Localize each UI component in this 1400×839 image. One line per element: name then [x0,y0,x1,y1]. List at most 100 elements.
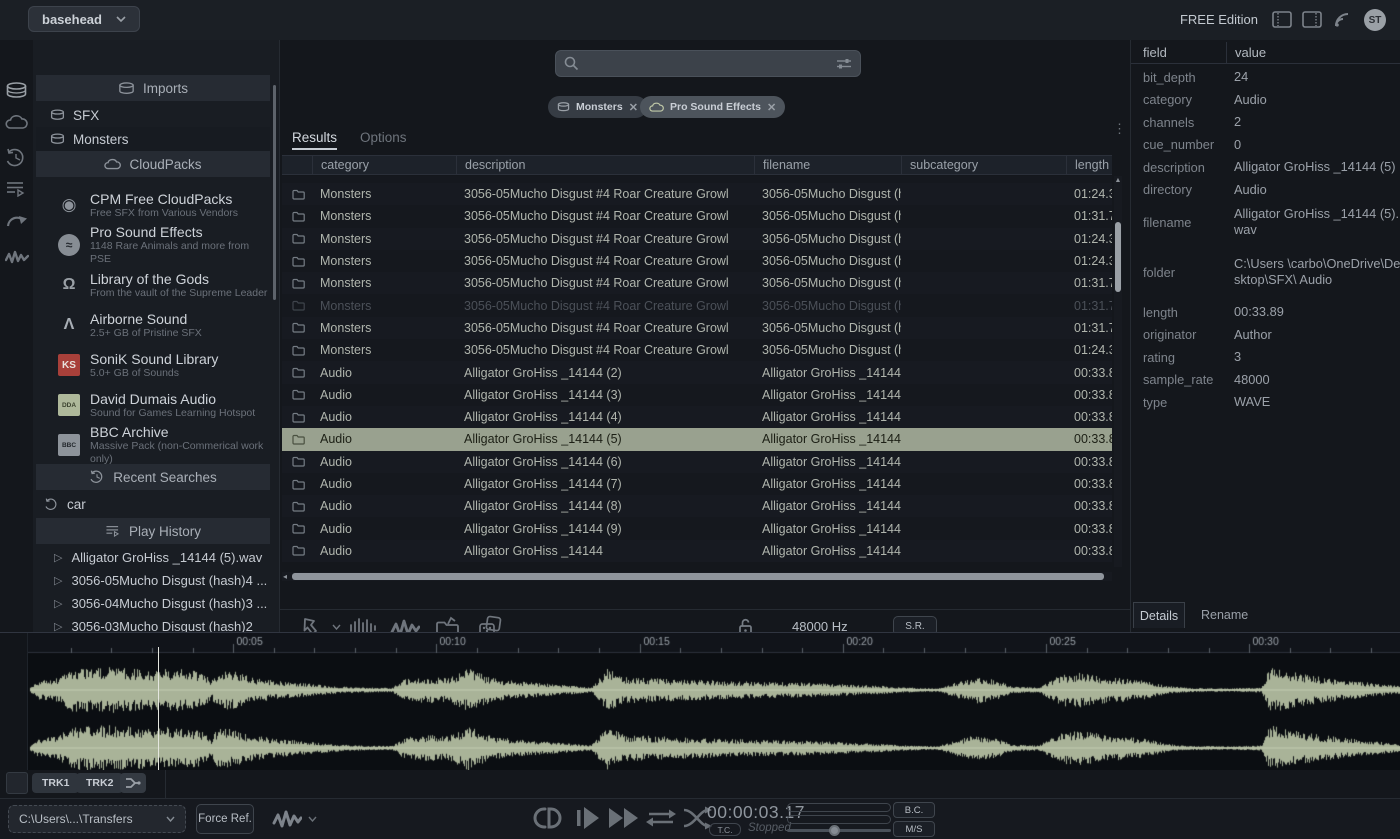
cloudpack-item[interactable]: DDA David Dumais Audio Sound for Games L… [36,385,270,425]
app-title-dropdown[interactable]: basehead [28,6,140,32]
volume-slider[interactable] [787,829,891,832]
cloudpack-item[interactable]: BBC BBC Archive Massive Pack (non-Commer… [36,425,270,465]
avatar[interactable]: ST [1364,9,1386,31]
waveform-icon[interactable] [5,248,29,266]
playlist-icon[interactable] [5,181,27,197]
scroll-up-icon[interactable]: ▲ [1114,177,1122,184]
column-filename[interactable]: filename [754,156,901,174]
scroll-left-icon[interactable]: ◂ [283,572,287,581]
table-row[interactable]: Audio Alligator GroHiss _14144 (2) Allig… [282,361,1112,383]
tab-details[interactable]: Details [1133,602,1185,628]
loop-icon[interactable] [533,805,567,831]
field-row[interactable]: channels 2 [1131,111,1400,134]
play-icon[interactable]: ▷ [54,597,62,610]
cloud-icon[interactable] [5,114,28,131]
play-icon[interactable]: ▷ [54,620,62,632]
fast-forward-icon[interactable] [607,805,641,831]
cloudpacks-header[interactable]: CloudPacks [36,151,270,177]
ms-button[interactable]: M/S [893,821,935,837]
play-history-header[interactable]: Play History [36,518,270,544]
waveform-display[interactable] [0,632,1400,770]
field-row[interactable]: sample_rate 48000 [1131,369,1400,392]
value-column-header[interactable]: value [1226,42,1400,63]
chevron-down-icon[interactable] [308,816,317,822]
recent-search-item[interactable]: car [36,492,270,516]
table-row[interactable]: Monsters 3056-05Mucho Disgust #4 Roar Cr… [282,272,1112,294]
search-input[interactable] [585,55,830,72]
play-icon[interactable] [575,804,601,832]
field-row[interactable]: originator Author [1131,324,1400,347]
column-category[interactable]: category [312,156,456,174]
table-row[interactable]: Monsters 3056-05Mucho Disgust #4 Roar Cr… [282,228,1112,250]
table-row[interactable]: Monsters 3056-05Mucho Disgust #4 Roar Cr… [282,294,1112,316]
database-icon[interactable] [5,82,28,99]
rss-icon[interactable] [1334,12,1352,28]
table-row[interactable]: Audio Alligator GroHiss _14144 (6) Allig… [282,451,1112,473]
slider-handle[interactable] [829,825,840,836]
waveform-icon[interactable] [272,809,302,829]
close-icon[interactable]: ✕ [629,101,638,114]
cloudpack-item[interactable]: KS SoniK Sound Library 5.0+ GB of Sounds [36,345,270,385]
chevron-down-icon[interactable] [332,624,341,630]
cloudpack-item[interactable]: ≈ Pro Sound Effects 1148 Rare Animals an… [36,225,270,265]
cloudpack-item[interactable]: Ω Library of the Gods From the vault of … [36,265,270,305]
table-row[interactable]: Monsters 3056-05Mucho Disgust #4 Roar Cr… [282,317,1112,339]
cloudpack-item[interactable]: Λ Airborne Sound 2.5+ GB of Pristine SFX [36,305,270,345]
field-row[interactable]: type WAVE [1131,391,1400,414]
force-ref-button[interactable]: Force Ref. [196,804,254,834]
tab-results[interactable]: Results [292,130,337,150]
kebab-menu-icon[interactable]: ⋮ [1113,125,1126,132]
field-column-header[interactable]: field [1131,42,1226,63]
field-row[interactable]: folder C:\Users \carbo\OneDrive\Desktop\… [1131,243,1400,301]
table-row[interactable]: Monsters 3056-05Mucho Disgust #4 Roar Cr… [282,339,1112,361]
close-icon[interactable]: ✕ [767,101,776,114]
history-icon[interactable] [5,148,27,168]
tab-options[interactable]: Options [360,130,407,145]
panel-right-icon[interactable] [1302,11,1322,28]
filter-chip-pro-sound-effects[interactable]: Pro Sound Effects ✕ [640,96,785,118]
cloudpack-item[interactable]: ◉ CPM Free CloudPacks Free SFX from Vari… [36,185,270,225]
play-history-item[interactable]: ▷ Alligator GroHiss _14144 (5).wav [36,546,270,569]
scrollbar-thumb[interactable] [292,573,1104,580]
field-row[interactable]: cue_number 0 [1131,134,1400,157]
vertical-scrollbar[interactable]: ▲ [1114,176,1122,567]
recent-searches-header[interactable]: Recent Searches [36,464,270,490]
table-row[interactable]: Audio Alligator GroHiss _14144 (7) Allig… [282,473,1112,495]
field-row[interactable]: bit_depth 24 [1131,66,1400,89]
track-1-button[interactable]: TRK1 [32,773,79,793]
filter-chip-monsters[interactable]: Monsters ✕ [548,96,647,118]
play-history-item[interactable]: ▷ 3056-03Mucho Disgust (hash)2 [36,615,270,632]
field-row[interactable]: directory Audio [1131,179,1400,202]
play-icon[interactable]: ▷ [54,574,62,587]
transfer-icon[interactable] [5,212,29,232]
column-length[interactable]: length [1066,156,1112,174]
waveform-corner-button[interactable] [6,772,28,794]
table-row[interactable]: Audio Alligator GroHiss _14144 Alligator… [282,540,1112,562]
field-row[interactable]: rating 3 [1131,346,1400,369]
panel-left-icon[interactable] [1272,11,1292,28]
column-description[interactable]: description [456,156,754,174]
table-row[interactable]: Monsters 3056-05Mucho Disgust #4 Roar Cr… [282,176,1112,183]
field-row[interactable]: length 00:33.89 [1131,301,1400,324]
track-merge-icon[interactable] [120,773,146,793]
sidebar-scrollbar[interactable] [273,85,276,300]
table-row[interactable]: Monsters 3056-05Mucho Disgust #4 Roar Cr… [282,250,1112,272]
bc-button[interactable]: B.C. [893,802,935,818]
table-row[interactable]: Audio Alligator GroHiss _14144 (5) Allig… [282,428,1112,450]
sidebar-item-sfx[interactable]: SFX [36,103,270,127]
field-row[interactable]: filename Alligator GroHiss _14144 (5).wa… [1131,201,1400,243]
transfer-path-dropdown[interactable]: C:\Users\...\Transfers [8,805,186,833]
table-row[interactable]: Audio Alligator GroHiss _14144 (3) Allig… [282,384,1112,406]
waveform-canvas[interactable] [0,633,1400,771]
timecode-button[interactable]: T.C. [709,823,741,836]
play-history-item[interactable]: ▷ 3056-04Mucho Disgust (hash)3 ... [36,592,270,615]
field-row[interactable]: category Audio [1131,89,1400,112]
horizontal-scrollbar[interactable]: ◂ [282,572,1112,581]
sidebar-item-monsters[interactable]: Monsters [36,127,270,151]
imports-header[interactable]: Imports [36,75,270,101]
repeat-icon[interactable] [645,807,677,829]
play-icon[interactable]: ▷ [54,551,62,564]
scrollbar-thumb[interactable] [1115,222,1121,292]
playhead-cursor[interactable] [158,647,159,771]
column-subcategory[interactable]: subcategory [901,156,1066,174]
